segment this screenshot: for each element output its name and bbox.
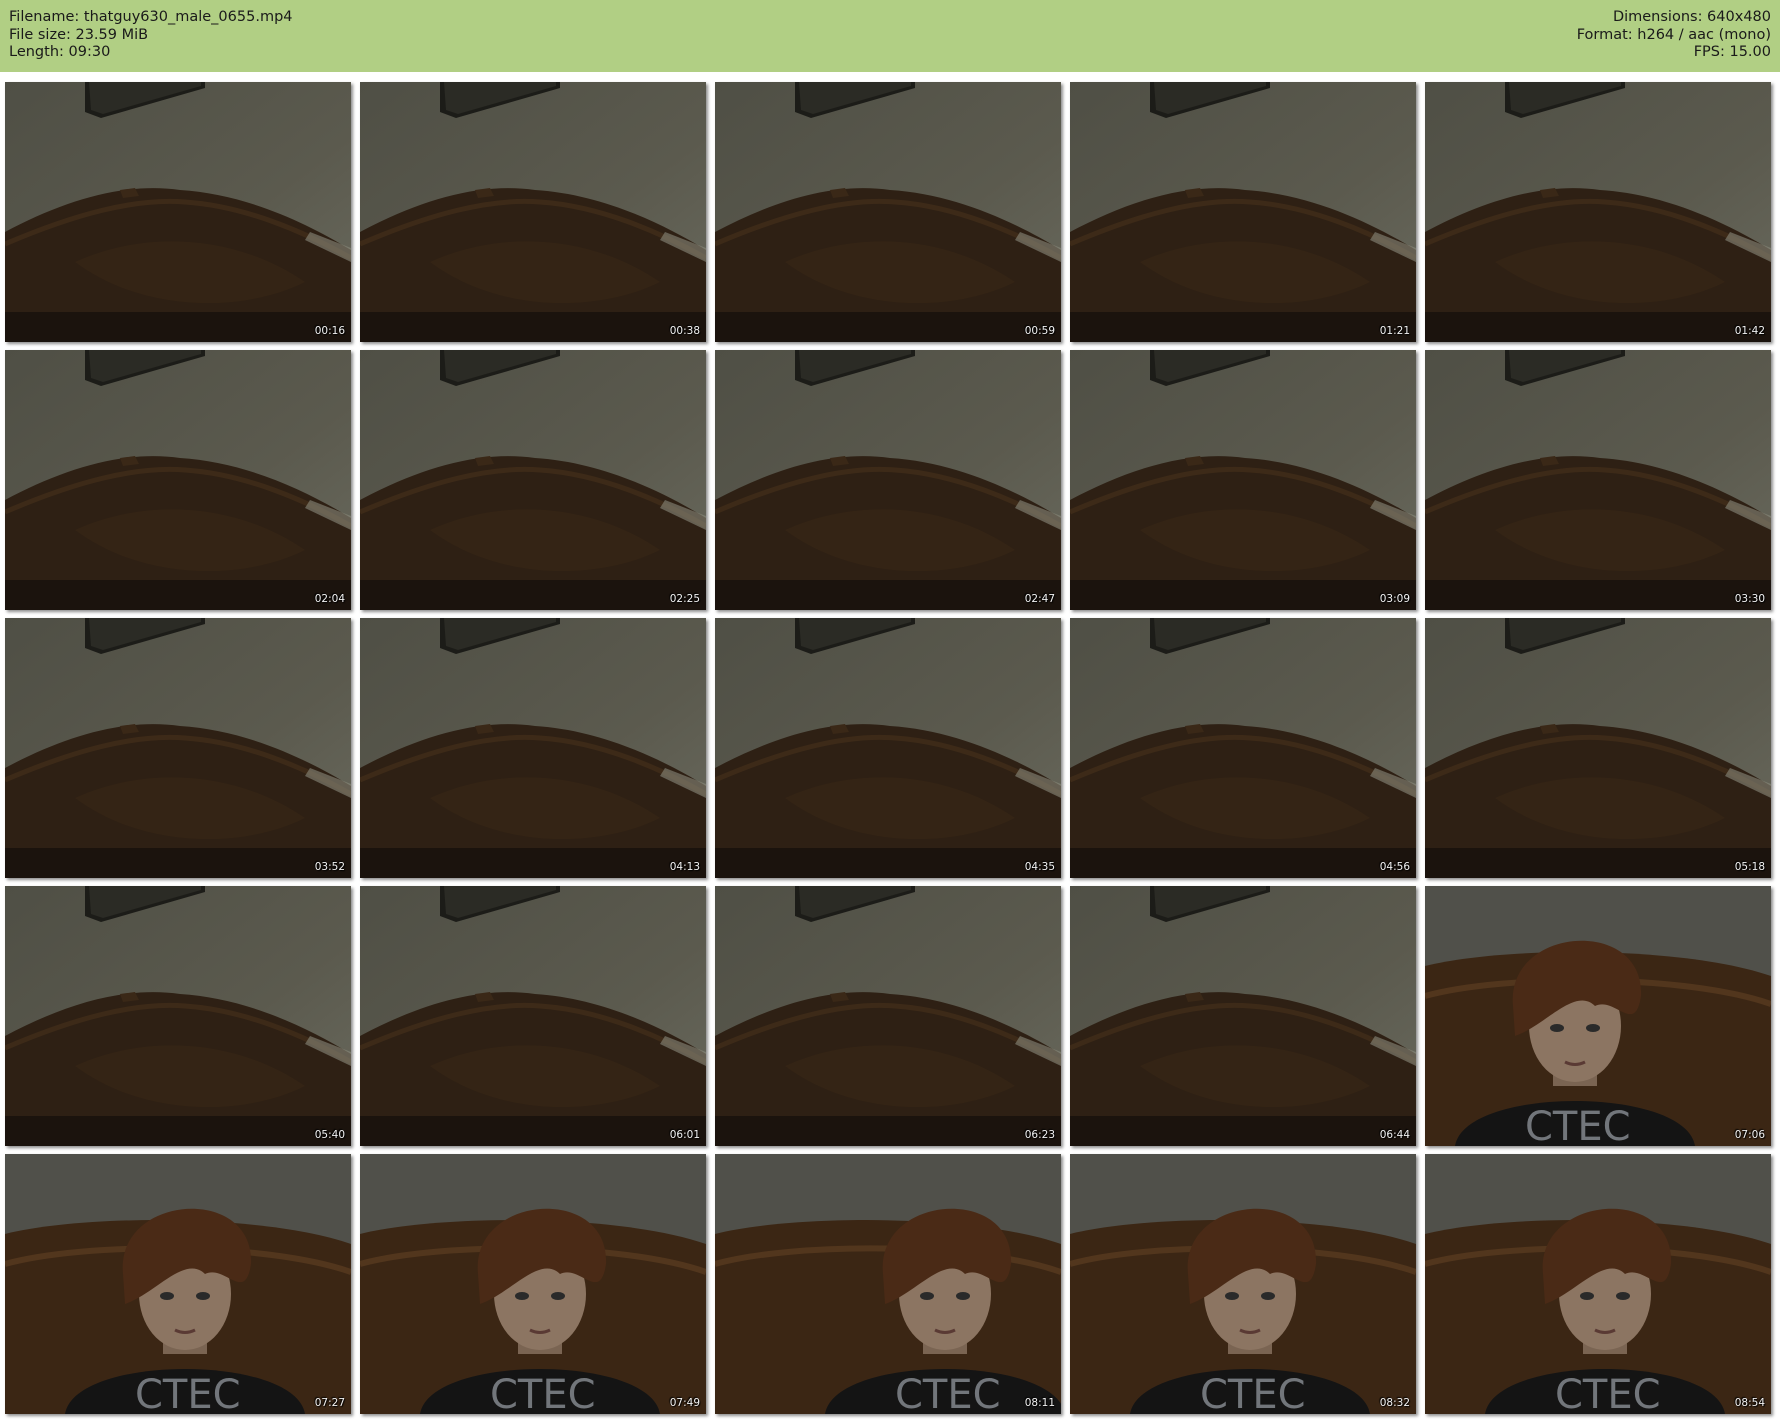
empty-room-frame-image — [1425, 82, 1771, 342]
timestamp-label: 03:52 — [314, 861, 345, 873]
empty-room-frame-image — [1425, 350, 1771, 610]
video-thumbnail: 06:44 — [1070, 886, 1416, 1146]
timestamp-label: 05:18 — [1734, 861, 1765, 873]
empty-room-frame-image — [5, 618, 351, 878]
empty-room-frame-image — [715, 82, 1061, 342]
empty-room-frame-image — [715, 350, 1061, 610]
video-thumbnail: 02:47 — [715, 350, 1061, 610]
timestamp-label: 04:35 — [1024, 861, 1055, 873]
empty-room-frame-image — [5, 82, 351, 342]
timestamp-label: 00:59 — [1024, 325, 1055, 337]
video-thumbnail: 01:21 — [1070, 82, 1416, 342]
timestamp-label: 00:38 — [669, 325, 700, 337]
timestamp-label: 04:13 — [669, 861, 700, 873]
video-thumbnail: 05:40 — [5, 886, 351, 1146]
timestamp-label: 05:40 — [314, 1129, 345, 1141]
empty-room-frame-image — [360, 618, 706, 878]
timestamp-label: 01:21 — [1379, 325, 1410, 337]
video-thumbnail: 03:52 — [5, 618, 351, 878]
empty-room-frame-image — [1070, 82, 1416, 342]
empty-room-frame-image — [1070, 350, 1416, 610]
svg-text:CTEC: CTEC — [135, 1372, 241, 1414]
video-thumbnail: 04:13 — [360, 618, 706, 878]
timestamp-label: 07:06 — [1734, 1129, 1765, 1141]
timestamp-label: 01:42 — [1734, 325, 1765, 337]
timestamp-label: 08:54 — [1734, 1397, 1765, 1409]
empty-room-frame-image — [715, 886, 1061, 1146]
thumbnail-grid: 00:16 00:38 00:59 01:21 01:42 02:04 02:2… — [0, 0, 1780, 1423]
timestamp-label: 06:23 — [1024, 1129, 1055, 1141]
video-thumbnail: 06:23 — [715, 886, 1061, 1146]
svg-text:CTEC: CTEC — [1200, 1372, 1306, 1414]
person-frame-image: CTEC — [5, 1154, 351, 1414]
video-thumbnail: 04:35 — [715, 618, 1061, 878]
empty-room-frame-image — [1425, 618, 1771, 878]
video-thumbnail: 02:25 — [360, 350, 706, 610]
timestamp-label: 02:25 — [669, 593, 700, 605]
video-thumbnail: 02:04 — [5, 350, 351, 610]
empty-room-frame-image — [715, 618, 1061, 878]
timestamp-label: 04:56 — [1379, 861, 1410, 873]
empty-room-frame-image — [360, 82, 706, 342]
video-thumbnail: 01:42 — [1425, 82, 1771, 342]
video-thumbnail: 00:16 — [5, 82, 351, 342]
empty-room-frame-image — [360, 886, 706, 1146]
timestamp-label: 06:44 — [1379, 1129, 1410, 1141]
person-frame-image: CTEC — [1425, 1154, 1771, 1414]
person-frame-image: CTEC — [715, 1154, 1061, 1414]
person-frame-image: CTEC — [1425, 886, 1771, 1146]
video-thumbnail: CTEC 08:54 — [1425, 1154, 1771, 1414]
video-thumbnail: 06:01 — [360, 886, 706, 1146]
video-thumbnail: 05:18 — [1425, 618, 1771, 878]
timestamp-label: 00:16 — [314, 325, 345, 337]
empty-room-frame-image — [5, 350, 351, 610]
person-frame-image: CTEC — [1070, 1154, 1416, 1414]
empty-room-frame-image — [1070, 886, 1416, 1146]
timestamp-label: 02:47 — [1024, 593, 1055, 605]
video-thumbnail: CTEC 08:32 — [1070, 1154, 1416, 1414]
video-thumbnail: 03:30 — [1425, 350, 1771, 610]
empty-room-frame-image — [5, 886, 351, 1146]
video-thumbnail: 00:38 — [360, 82, 706, 342]
svg-text:CTEC: CTEC — [1555, 1372, 1661, 1414]
person-frame-image: CTEC — [360, 1154, 706, 1414]
svg-text:CTEC: CTEC — [895, 1372, 1001, 1414]
video-thumbnail: CTEC 07:49 — [360, 1154, 706, 1414]
svg-text:CTEC: CTEC — [1525, 1104, 1631, 1146]
timestamp-label: 03:09 — [1379, 593, 1410, 605]
timestamp-label: 07:49 — [669, 1397, 700, 1409]
timestamp-label: 03:30 — [1734, 593, 1765, 605]
timestamp-label: 06:01 — [669, 1129, 700, 1141]
video-thumbnail: CTEC 07:27 — [5, 1154, 351, 1414]
video-thumbnail: 00:59 — [715, 82, 1061, 342]
svg-text:CTEC: CTEC — [490, 1372, 596, 1414]
timestamp-label: 07:27 — [314, 1397, 345, 1409]
empty-room-frame-image — [1070, 618, 1416, 878]
timestamp-label: 08:32 — [1379, 1397, 1410, 1409]
video-thumbnail: CTEC 08:11 — [715, 1154, 1061, 1414]
timestamp-label: 08:11 — [1024, 1397, 1055, 1409]
video-thumbnail: 03:09 — [1070, 350, 1416, 610]
empty-room-frame-image — [360, 350, 706, 610]
video-thumbnail: 04:56 — [1070, 618, 1416, 878]
video-thumbnail: CTEC 07:06 — [1425, 886, 1771, 1146]
timestamp-label: 02:04 — [314, 593, 345, 605]
